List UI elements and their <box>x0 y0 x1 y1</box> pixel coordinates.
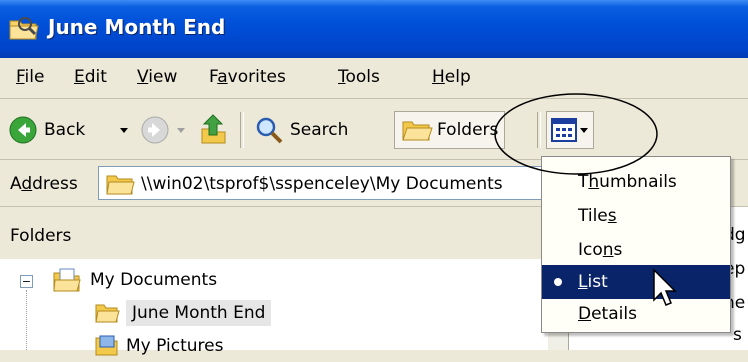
window-title: June Month End <box>48 15 226 39</box>
back-arrow-icon <box>9 116 37 144</box>
folder-icon <box>106 175 135 195</box>
folder-search-icon <box>9 17 39 40</box>
address-value: \\win02\tsprof$\sspenceley\My Documents <box>141 174 503 194</box>
menu-item-list[interactable]: List <box>542 265 730 299</box>
tree-item-my-documents[interactable]: My Documents <box>52 264 217 296</box>
folders-pane-header <box>0 207 568 259</box>
documents-folder-icon <box>53 268 81 292</box>
menu-item-details[interactable]: Details <box>542 297 730 331</box>
tree-item-my-pictures[interactable]: My Pictures <box>94 330 223 362</box>
address-label: Address <box>10 174 78 194</box>
folders-icon <box>402 121 433 141</box>
radio-bullet-icon <box>554 278 562 286</box>
mouse-pointer-icon <box>653 268 677 306</box>
tree-connector <box>26 290 27 350</box>
annotation-ellipse <box>494 93 658 175</box>
search-icon <box>256 117 283 144</box>
menu-file[interactable]: File <box>16 67 44 87</box>
pictures-folder-icon <box>95 335 118 356</box>
list-item: s <box>733 325 742 345</box>
back-dropdown-icon[interactable] <box>118 124 130 136</box>
forward-dropdown-icon[interactable] <box>175 124 187 136</box>
toolbar-separator <box>240 112 244 148</box>
menu-tools[interactable]: Tools <box>338 67 380 87</box>
folders-pane-title: Folders <box>10 226 72 246</box>
folders-button[interactable]: Folders <box>394 111 506 149</box>
views-dropdown-menu: Th umbnails Tile s Ico n s List Details <box>541 156 731 333</box>
collapse-toggle[interactable]: − <box>20 275 33 288</box>
folder-open-icon <box>95 304 120 323</box>
menu-item-tiles[interactable]: Tile s <box>542 199 730 233</box>
forward-arrow-icon[interactable] <box>140 115 170 145</box>
menu-help[interactable]: Help <box>432 67 471 87</box>
up-folder-icon[interactable] <box>198 113 228 145</box>
menu-edit[interactable]: Edit <box>74 67 107 87</box>
search-button[interactable]: Search <box>254 114 348 146</box>
menu-favorites[interactable]: Favorites <box>209 67 286 87</box>
menu-view[interactable]: View <box>137 67 177 87</box>
menu-item-icons[interactable]: Ico n s <box>542 233 730 267</box>
back-button[interactable]: Back <box>8 114 85 146</box>
tree-item-june-month-end[interactable]: June Month End <box>94 297 272 329</box>
